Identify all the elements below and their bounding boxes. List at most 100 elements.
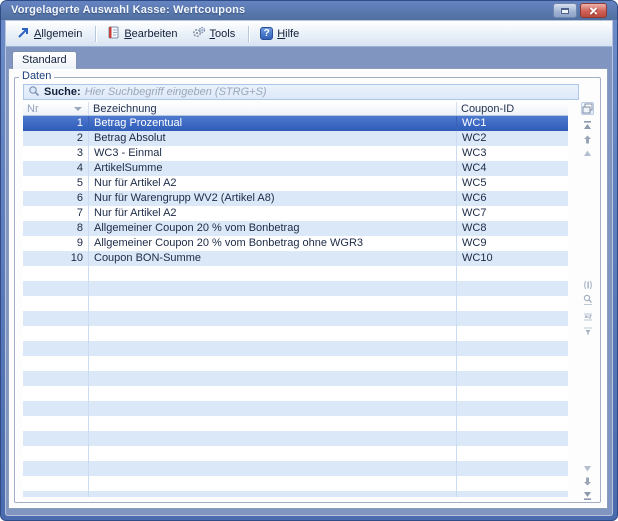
menu-hilfe[interactable]: ? Hilfe — [255, 25, 306, 42]
table-empty-row — [23, 281, 568, 296]
cell-nr — [23, 401, 89, 416]
cell-nr — [23, 416, 89, 431]
cell-coupon-id — [457, 431, 568, 446]
column-header-nr[interactable]: Nr — [23, 102, 89, 115]
cell-nr — [23, 446, 89, 461]
menu-tools[interactable]: Tools — [187, 24, 243, 44]
maximize-button[interactable] — [553, 3, 577, 18]
magnifier-icon — [583, 294, 593, 305]
move-down-button[interactable] — [581, 475, 594, 488]
cell-coupon-id — [457, 461, 568, 476]
cell-nr: 7 — [23, 206, 89, 221]
search-panel-button[interactable] — [581, 293, 594, 306]
table-empty-row — [23, 416, 568, 431]
cell-coupon-id — [457, 446, 568, 461]
scroll-down-button[interactable] — [581, 462, 594, 475]
search-label: Suche: — [44, 86, 81, 98]
table-row[interactable]: 4ArtikelSummeWC4 — [23, 161, 568, 176]
cell-nr — [23, 356, 89, 371]
column-header-coupon-id[interactable]: Coupon-ID — [457, 102, 568, 115]
summary-footer-button[interactable] — [581, 309, 594, 322]
cell-bezeichnung: Nur für Warengrupp WV2 (Artikel A8) — [89, 191, 457, 206]
table-row[interactable]: 5Nur für Artikel A2WC5 — [23, 176, 568, 191]
search-icon — [28, 85, 40, 100]
cell-bezeichnung: Betrag Absolut — [89, 131, 457, 146]
cell-bezeichnung: WC3 - Einmal — [89, 146, 457, 161]
cell-coupon-id: WC5 — [457, 176, 568, 191]
scroll-first-button[interactable] — [581, 119, 594, 132]
arrow-down-icon — [583, 477, 592, 486]
tab-content-panel: Daten Suche: Hier Suchbegriff eingeben (… — [8, 68, 608, 509]
table-row[interactable]: 7Nur für Artikel A2WC7 — [23, 206, 568, 221]
cell-bezeichnung — [89, 431, 457, 446]
cell-nr: 10 — [23, 251, 89, 266]
table-row[interactable]: 1Betrag ProzentualWC1 — [23, 116, 568, 131]
table-empty-row — [23, 311, 568, 326]
scroll-last-button[interactable] — [581, 488, 594, 501]
table-row[interactable]: 8Allgemeiner Coupon 20 % vom BonbetragWC… — [23, 221, 568, 236]
cell-bezeichnung — [89, 371, 457, 386]
cell-coupon-id — [457, 311, 568, 326]
titlebar[interactable]: Vorgelagerte Auswahl Kasse: Wertcoupons — [1, 1, 617, 20]
toolbar-separator — [95, 26, 96, 42]
table-row[interactable]: 6Nur für Warengrupp WV2 (Artikel A8)WC6 — [23, 191, 568, 206]
cell-bezeichnung — [89, 386, 457, 401]
menu-label: Bearbeiten — [124, 28, 177, 40]
cell-bezeichnung — [89, 401, 457, 416]
cell-bezeichnung — [89, 476, 457, 491]
summary-footer-icon — [583, 311, 593, 321]
cell-coupon-id: WC10 — [457, 251, 568, 266]
cell-nr — [23, 431, 89, 446]
cell-nr — [23, 281, 89, 296]
table-empty-row — [23, 296, 568, 311]
menu-bearbeiten[interactable]: Bearbeiten — [102, 24, 184, 44]
search-bar[interactable]: Suche: Hier Suchbegriff eingeben (STRG+S… — [23, 84, 579, 100]
table-row[interactable]: 10Coupon BON-SummeWC10 — [23, 251, 568, 266]
column-chooser-icon — [582, 103, 593, 114]
cell-bezeichnung — [89, 356, 457, 371]
table-empty-row — [23, 326, 568, 341]
menu-allgemein[interactable]: Allgemein — [12, 24, 89, 44]
menu-label: Tools — [210, 28, 236, 40]
app-window: Vorgelagerte Auswahl Kasse: Wertcoupons … — [0, 0, 618, 521]
triangle-up-icon — [583, 149, 592, 158]
tab-standard[interactable]: Standard — [12, 51, 77, 69]
table-row[interactable]: 2Betrag AbsolutWC2 — [23, 131, 568, 146]
cell-bezeichnung: Betrag Prozentual — [89, 116, 457, 131]
scroll-up-button[interactable] — [581, 147, 594, 160]
cell-coupon-id: WC9 — [457, 236, 568, 251]
cell-nr: 8 — [23, 221, 89, 236]
cell-coupon-id — [457, 356, 568, 371]
scroll-last-icon — [583, 490, 592, 500]
grid-header-row: Nr Bezeichnung Coupon-ID — [23, 102, 568, 116]
cell-nr — [23, 386, 89, 401]
cell-nr — [23, 371, 89, 386]
cell-nr — [23, 296, 89, 311]
cell-nr: 9 — [23, 236, 89, 251]
table-empty-row — [23, 431, 568, 446]
column-header-bezeichnung[interactable]: Bezeichnung — [89, 102, 457, 115]
table-empty-row — [23, 266, 568, 281]
column-chooser-button[interactable] — [581, 102, 594, 115]
cell-bezeichnung: Nur für Artikel A2 — [89, 176, 457, 191]
help-question-icon: ? — [260, 27, 273, 40]
filter-row-button[interactable] — [581, 324, 594, 337]
window-body: Allgemein Bearbeiten — [5, 20, 613, 516]
cell-coupon-id: WC2 — [457, 131, 568, 146]
close-button[interactable] — [580, 3, 607, 18]
table-empty-row — [23, 491, 568, 497]
cell-bezeichnung — [89, 311, 457, 326]
table-row[interactable]: 9Allgemeiner Coupon 20 % vom Bonbetrag o… — [23, 236, 568, 251]
cell-nr — [23, 491, 89, 497]
main-toolbar: Allgemein Bearbeiten — [6, 21, 612, 47]
cell-coupon-id: WC6 — [457, 191, 568, 206]
table-row[interactable]: 3WC3 - EinmalWC3 — [23, 146, 568, 161]
cell-coupon-id: WC7 — [457, 206, 568, 221]
move-up-button[interactable] — [581, 133, 594, 146]
menu-label: Allgemein — [34, 28, 82, 40]
group-panel-button[interactable] — [581, 278, 594, 291]
cell-nr: 6 — [23, 191, 89, 206]
triangle-down-icon — [583, 464, 592, 473]
table-empty-row — [23, 461, 568, 476]
window-title: Vorgelagerte Auswahl Kasse: Wertcoupons — [11, 4, 245, 16]
